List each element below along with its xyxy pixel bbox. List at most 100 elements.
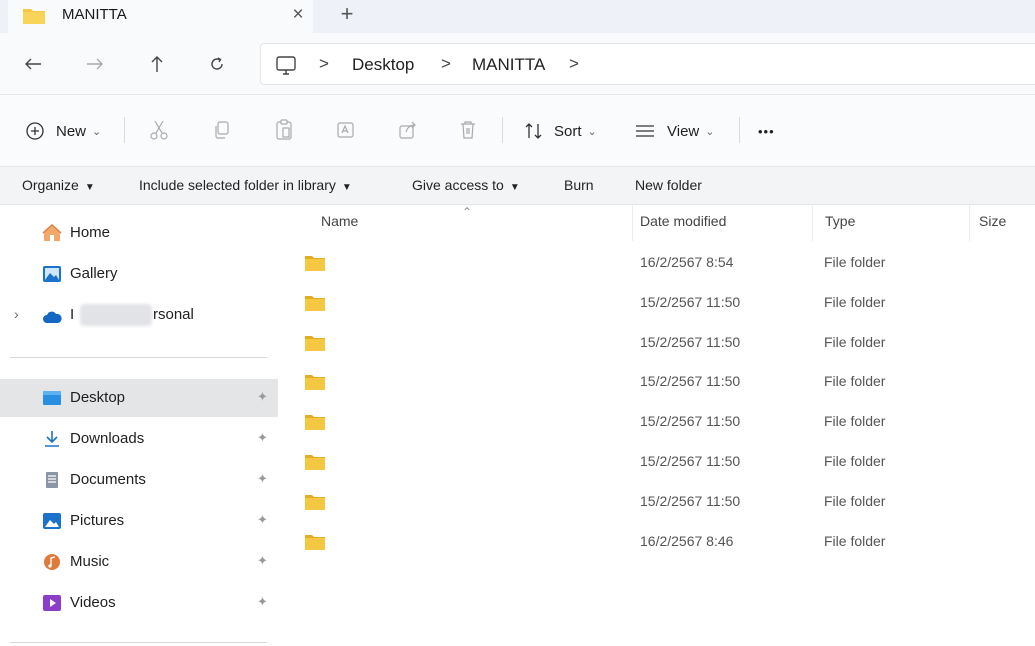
folder-icon [305, 256, 325, 271]
gallery-icon [43, 266, 61, 282]
menu-bar: Organize ▼ Include selected folder in lib… [0, 167, 1035, 205]
column-divider[interactable] [632, 205, 633, 241]
divider [502, 117, 503, 143]
date-modified-cell: 16/2/2567 8:54 [640, 254, 734, 270]
view-label: View [667, 122, 700, 140]
date-modified-cell: 15/2/2567 11:50 [640, 373, 741, 390]
new-tab-button[interactable]: + [333, 2, 361, 28]
column-divider[interactable] [969, 205, 970, 241]
new-button[interactable]: New ⌄ [25, 117, 101, 145]
close-tab-button[interactable]: × [283, 2, 313, 28]
music-icon [44, 554, 60, 570]
forward-button[interactable] [80, 50, 110, 78]
folder-icon [305, 455, 325, 470]
command-bar: New ⌄ Sort ⌄ View ⌄ ••• [0, 95, 1035, 167]
breadcrumb-desktop[interactable]: Desktop [352, 55, 414, 75]
desktop-folder-icon [43, 391, 61, 405]
paste-button[interactable] [271, 117, 297, 143]
cut-button[interactable] [146, 117, 172, 143]
more-options-button[interactable]: ••• [758, 117, 775, 145]
organize-label: Organize [22, 177, 79, 193]
arrow-left-icon [25, 58, 41, 70]
table-row[interactable]: 15/2/2567 11:50 File folder [282, 482, 1035, 522]
chevron-down-icon: ⌄ [705, 125, 715, 138]
column-header-date[interactable]: Date modified [640, 213, 726, 229]
pictures-icon [43, 513, 61, 529]
sidebar-item-documents[interactable]: Documents ✦ [0, 461, 278, 499]
table-row[interactable]: 15/2/2567 11:50 File folder [282, 323, 1035, 363]
pin-icon[interactable]: ✦ [257, 594, 268, 610]
sidebar-item-desktop[interactable]: Desktop ✦ [0, 379, 278, 417]
folder-icon [23, 9, 45, 24]
folder-icon [305, 335, 325, 351]
folder-icon [305, 494, 325, 510]
share-button[interactable] [395, 117, 421, 143]
breadcrumb-separator: > [441, 54, 451, 73]
column-header-name[interactable]: Name [321, 213, 358, 229]
table-row[interactable]: 16/2/2567 8:46 File folder [282, 522, 1035, 562]
sort-button[interactable]: Sort ⌄ [524, 117, 597, 145]
refresh-button[interactable] [202, 50, 232, 78]
type-cell: File folder [824, 333, 886, 350]
redacted-text [80, 304, 152, 326]
monitor-icon [276, 56, 296, 75]
divider [124, 117, 125, 143]
delete-button[interactable] [455, 117, 481, 143]
burn-button[interactable]: Burn [564, 177, 594, 193]
pin-icon[interactable]: ✦ [257, 430, 268, 446]
include-in-library-menu[interactable]: Include selected folder in library ▼ [139, 177, 352, 193]
include-label: Include selected folder in library [139, 177, 336, 193]
organize-menu[interactable]: Organize ▼ [22, 177, 95, 193]
sidebar-item-label: Videos [70, 594, 116, 611]
rename-button[interactable] [333, 117, 359, 143]
address-bar[interactable]: > Desktop > MANITTA > [260, 43, 1035, 85]
tab-title: MANITTA [62, 6, 127, 23]
sidebar-item-pictures[interactable]: Pictures ✦ [0, 502, 278, 540]
sidebar-item-onedrive[interactable]: › I rsonal [0, 296, 278, 334]
pin-icon[interactable]: ✦ [257, 512, 268, 528]
table-row[interactable]: 15/2/2567 11:50 File folder [282, 442, 1035, 482]
sidebar-item-label: Documents [70, 471, 146, 488]
give-access-menu[interactable]: Give access to ▼ [412, 177, 520, 193]
type-cell: File folder [824, 492, 886, 509]
up-button[interactable] [142, 50, 172, 78]
sort-label: Sort [554, 122, 582, 140]
navigation-bar: > Desktop > MANITTA > [0, 33, 1035, 95]
home-icon [42, 224, 62, 241]
cloud-icon [43, 311, 62, 323]
sidebar-item-videos[interactable]: Videos ✦ [0, 584, 278, 622]
copy-button[interactable] [209, 117, 235, 143]
pin-icon[interactable]: ✦ [257, 389, 268, 405]
tab-manitta[interactable]: MANITTA × [8, 0, 313, 33]
arrow-right-icon [87, 58, 103, 70]
type-cell: File folder [824, 532, 886, 549]
back-button[interactable] [18, 50, 48, 78]
table-row[interactable]: 15/2/2567 11:50 File folder [282, 283, 1035, 323]
divider [739, 117, 740, 143]
new-folder-button[interactable]: New folder [635, 177, 702, 193]
column-header-type[interactable]: Type [825, 213, 855, 229]
sidebar-item-home[interactable]: Home [0, 214, 278, 252]
chevron-right-icon[interactable]: › [14, 306, 19, 322]
table-row[interactable]: 16/2/2567 8:54 File folder [282, 243, 1035, 283]
type-cell: File folder [824, 373, 886, 390]
share-icon [399, 121, 416, 139]
sidebar-item-music[interactable]: Music ✦ [0, 543, 278, 581]
pin-icon[interactable]: ✦ [257, 553, 268, 569]
tab-strip: MANITTA × + [0, 0, 1035, 33]
file-list: ⌃ Name Date modified Type Size 16/2/2567… [282, 205, 1035, 646]
pin-icon[interactable]: ✦ [257, 471, 268, 487]
table-row[interactable]: 15/2/2567 11:50 File folder [282, 402, 1035, 442]
type-cell: File folder [824, 254, 886, 270]
document-icon [46, 472, 58, 488]
column-header-size[interactable]: Size [979, 213, 1006, 229]
date-modified-cell: 15/2/2567 11:50 [640, 333, 741, 350]
column-divider[interactable] [812, 205, 813, 241]
breadcrumb-manitta[interactable]: MANITTA [472, 55, 545, 75]
sidebar-item-downloads[interactable]: Downloads ✦ [0, 420, 278, 458]
view-button[interactable]: View ⌄ [635, 117, 714, 145]
folder-icon [305, 415, 325, 431]
table-row[interactable]: 15/2/2567 11:50 File folder [282, 362, 1035, 402]
sidebar-item-gallery[interactable]: Gallery [0, 255, 278, 293]
rename-icon [337, 122, 354, 138]
